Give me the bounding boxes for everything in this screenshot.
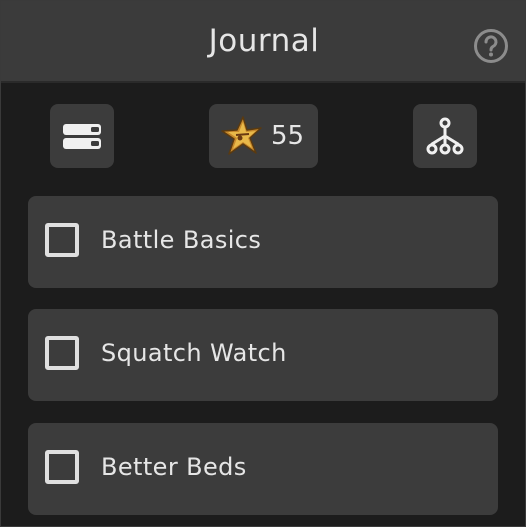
hierarchy-tree-icon: [426, 117, 464, 155]
list-view-button[interactable]: [50, 104, 114, 168]
question-circle-icon[interactable]: [473, 28, 509, 64]
quest-item-squatch-watch[interactable]: Squatch Watch: [28, 309, 498, 401]
star-points-button[interactable]: 55: [209, 104, 318, 168]
quest-checkbox[interactable]: [45, 450, 79, 484]
star-count: 55: [271, 121, 305, 151]
journal-title: Journal: [208, 23, 320, 59]
quest-item-better-beds[interactable]: Better Beds: [28, 423, 498, 515]
list-view-icon: [63, 124, 101, 149]
quest-checkbox[interactable]: [45, 336, 79, 370]
journal-header: Journal: [1, 1, 525, 83]
quest-tree-button[interactable]: [413, 104, 477, 168]
quest-label: Better Beds: [101, 453, 247, 481]
quest-checkbox[interactable]: [45, 223, 79, 257]
journal-panel: Journal 55 Battle Basics Squatch Watch B…: [0, 0, 526, 527]
quest-label: Battle Basics: [101, 226, 262, 254]
gold-star-icon: [221, 116, 262, 155]
quest-label: Squatch Watch: [101, 339, 287, 367]
quest-item-battle-basics[interactable]: Battle Basics: [28, 196, 498, 288]
